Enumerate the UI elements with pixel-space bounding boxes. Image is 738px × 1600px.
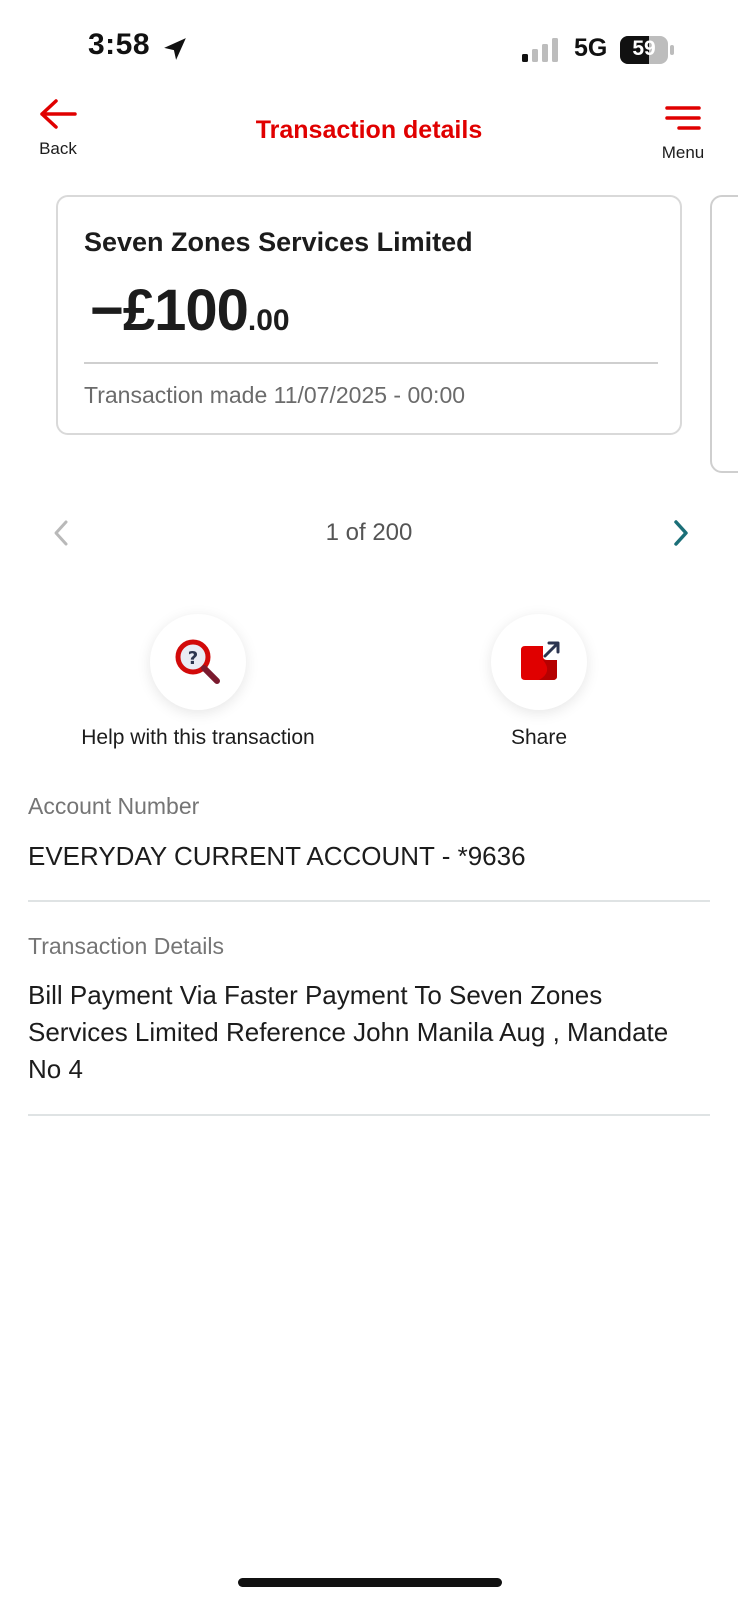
share-icon-circle: [491, 614, 587, 710]
divider: [28, 1114, 710, 1116]
account-number-label: Account Number: [28, 793, 200, 819]
page-title: Transaction details: [255, 116, 483, 144]
network-label: 5G: [574, 34, 608, 62]
account-number-value: EVERYDAY CURRENT ACCOUNT - *9636: [28, 841, 526, 871]
pager-position: 1 of 200: [325, 519, 413, 546]
menu-button[interactable]: Menu: [652, 104, 714, 163]
transaction-amount: −£100.00: [90, 277, 290, 344]
chevron-right-icon[interactable]: [670, 517, 692, 549]
transaction-details-label: Transaction Details: [28, 933, 225, 959]
transaction-details-value: Bill Payment Via Faster Payment To Seven…: [28, 980, 669, 1084]
svg-text:?: ?: [188, 648, 198, 669]
battery-level: 59: [632, 37, 656, 60]
merchant-name: Seven Zones Services Limited: [84, 227, 473, 257]
location-arrow-icon: [164, 38, 186, 60]
share-button[interactable]: Share: [369, 614, 709, 750]
divider: [28, 900, 710, 902]
next-transaction-card[interactable]: [710, 195, 738, 473]
menu-label: Menu: [661, 143, 705, 162]
help-magnifier-icon: ?: [175, 639, 220, 684]
share-label: Share: [510, 726, 568, 749]
amount-main: −£100: [90, 278, 249, 343]
status-time: 3:58: [88, 28, 151, 61]
share-icon: [521, 641, 560, 680]
menu-icon: [665, 106, 701, 130]
battery-icon: 59: [620, 36, 674, 64]
help-button[interactable]: ? Help with this transaction: [28, 614, 368, 750]
card-divider: [84, 362, 658, 364]
transaction-date: Transaction made 11/07/2025 - 00:00: [84, 382, 466, 408]
transaction-card: Seven Zones Services Limited −£100.00 Tr…: [56, 195, 682, 435]
help-label: Help with this transaction: [81, 726, 315, 749]
amount-pence: .00: [247, 304, 290, 337]
signal-icon: [522, 38, 558, 62]
help-icon-circle: ?: [150, 614, 246, 710]
home-indicator[interactable]: [238, 1578, 502, 1587]
